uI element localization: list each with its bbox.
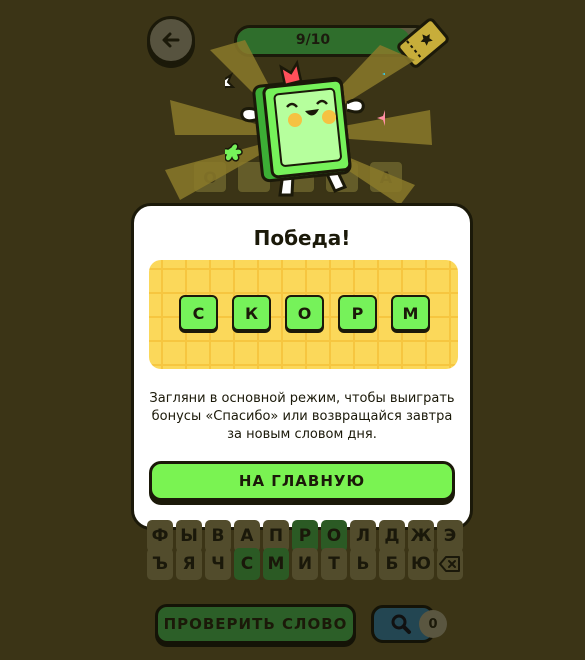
- hint-count-badge: 0: [419, 610, 447, 638]
- victory-modal: Победа! С К О Р М Загляни в основной реж…: [131, 203, 473, 530]
- message-line: бонусы «Спасибо» или возвращайся завтра: [151, 409, 453, 424]
- letter-tile: С: [179, 295, 218, 331]
- keyboard-row-2: Ъ Я Ч С М И Т Ь Б Ю: [147, 548, 463, 580]
- modal-message: Загляни в основной режим, чтобы выиграть…: [149, 390, 455, 444]
- check-word-button[interactable]: ПРОВЕРИТЬ СЛОВО: [155, 604, 356, 644]
- answer-board: С К О Р М: [149, 260, 458, 369]
- key[interactable]: Ъ: [147, 548, 173, 580]
- magnifier-icon: [391, 614, 411, 634]
- backspace-key[interactable]: [437, 548, 463, 580]
- key[interactable]: И: [292, 548, 318, 580]
- key[interactable]: М: [263, 548, 289, 580]
- modal-title: Победа!: [253, 226, 351, 250]
- answer-tiles: С К О Р М: [179, 295, 430, 331]
- letter-tile: К: [232, 295, 271, 331]
- key[interactable]: Т: [321, 548, 347, 580]
- key[interactable]: Ь: [350, 548, 376, 580]
- key[interactable]: Ю: [408, 548, 434, 580]
- key[interactable]: Б: [379, 548, 405, 580]
- letter-tile: О: [285, 295, 324, 331]
- key[interactable]: Я: [176, 548, 202, 580]
- key[interactable]: Ч: [205, 548, 231, 580]
- message-line: за новым словом дня.: [227, 427, 377, 442]
- key[interactable]: С: [234, 548, 260, 580]
- letter-tile: М: [391, 295, 430, 331]
- home-button[interactable]: НА ГЛАВНУЮ: [149, 461, 455, 501]
- letter-tile: Р: [338, 295, 377, 331]
- book-mascot: [225, 59, 385, 197]
- backspace-icon: [439, 556, 460, 572]
- message-line: Загляни в основной режим, чтобы выиграть: [149, 391, 455, 406]
